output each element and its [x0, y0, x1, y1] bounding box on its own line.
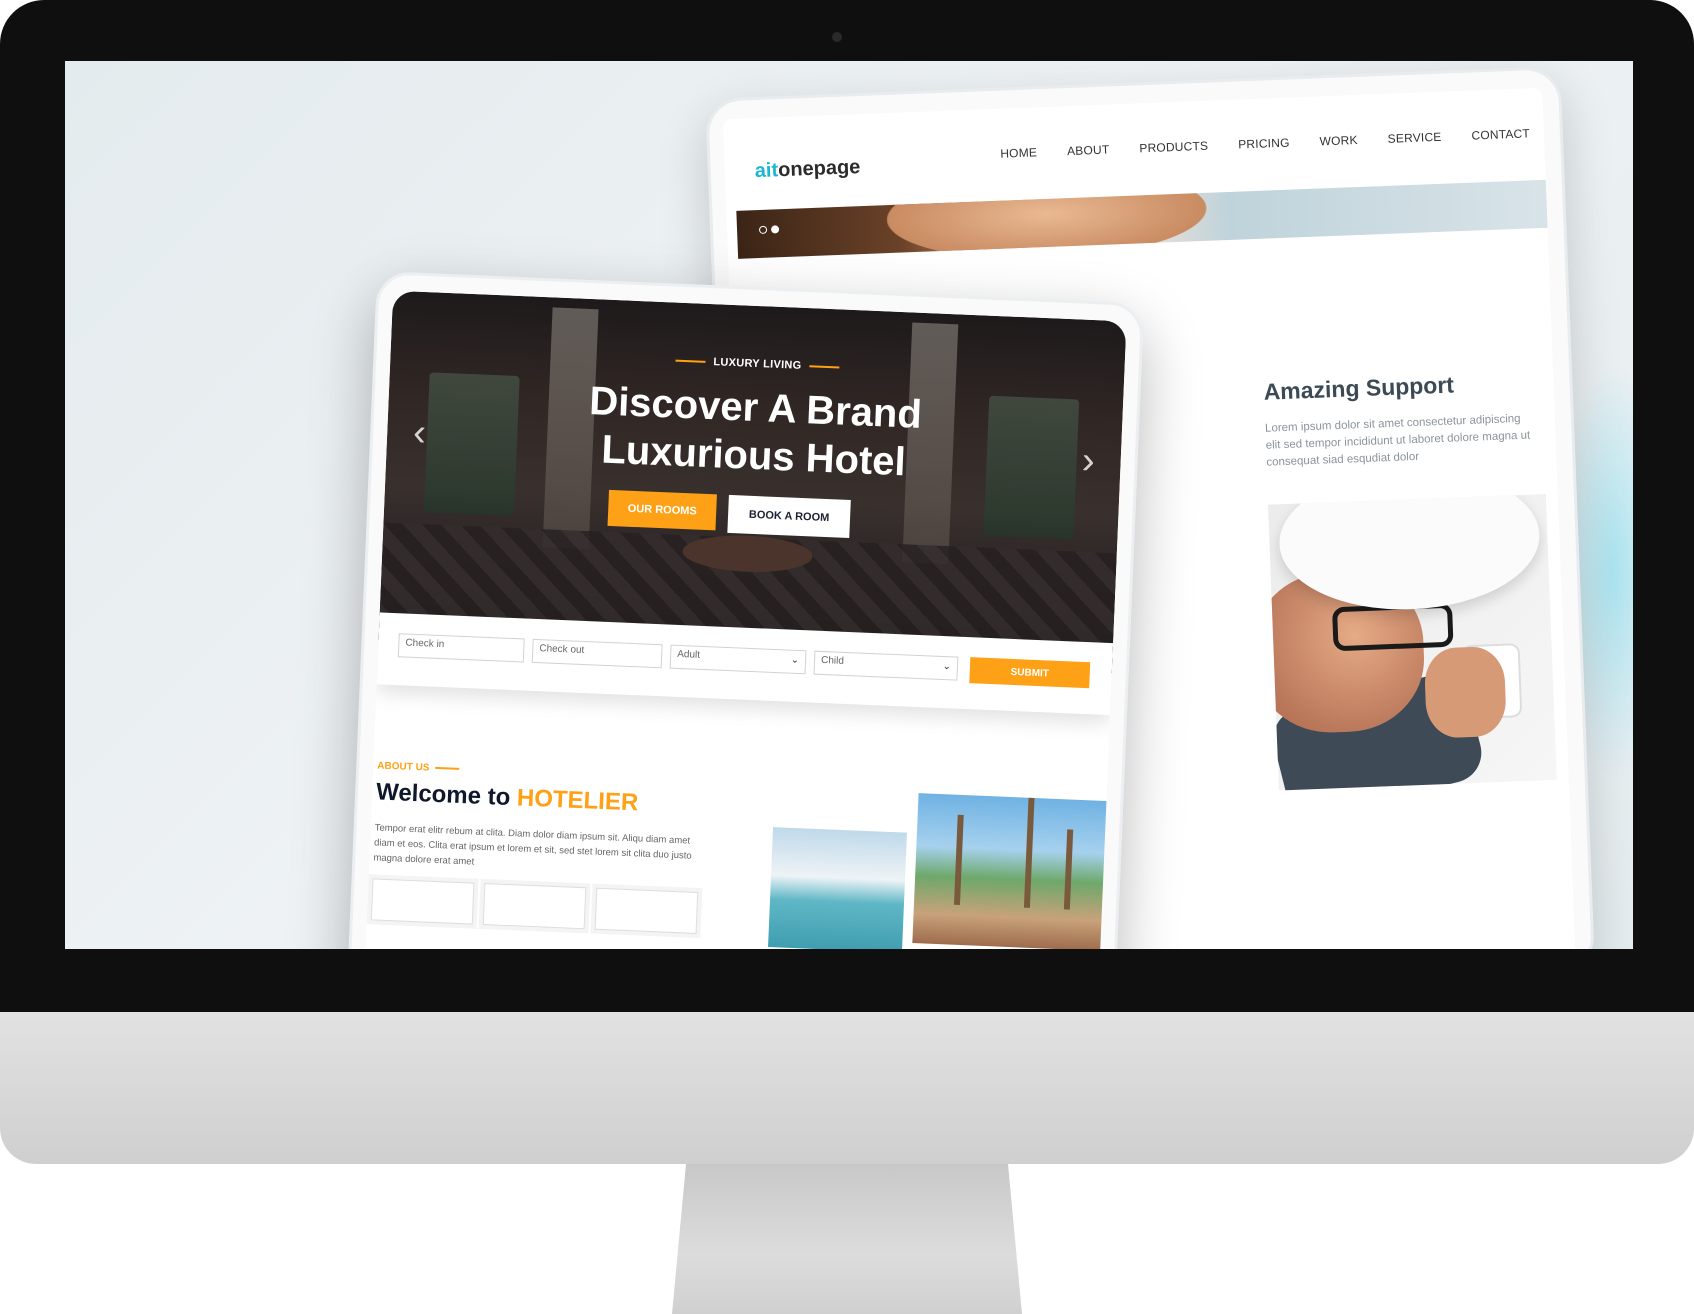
brand-name: HOTELIER — [516, 784, 639, 817]
submit-button[interactable]: SUBMIT — [969, 657, 1091, 689]
nav-home[interactable]: HOME — [1000, 145, 1037, 160]
checkout-field[interactable]: Check out — [531, 638, 663, 669]
monitor-screen: aitonepage HOME ABOUT PRODUCTS PRICING W… — [65, 61, 1633, 949]
support-heading: Amazing Support — [1263, 371, 1455, 405]
checkin-field[interactable]: Check in — [397, 633, 525, 663]
worker-hand — [1423, 645, 1508, 739]
hotelier-website: LUXURY LIVING Discover A Brand Luxurious… — [362, 290, 1127, 949]
palm-trunk — [1023, 797, 1035, 908]
book-room-button[interactable]: BOOK A ROOM — [727, 494, 851, 539]
chevron-left-icon[interactable]: ‹ — [412, 412, 426, 455]
about-text: Tempor erat elitr rebum at clita. Diam d… — [373, 822, 692, 868]
feature-card — [482, 883, 587, 930]
monitor-chin — [0, 1012, 1694, 1164]
support-text: Lorem ipsum dolor sit amet consectetur a… — [1264, 412, 1531, 469]
slider-dot-active[interactable] — [770, 225, 780, 234]
nav-service[interactable]: SERVICE — [1387, 130, 1441, 146]
site-logo[interactable]: aitonepage — [754, 156, 860, 183]
nav-contact[interactable]: CONTACT — [1471, 126, 1530, 142]
nav-pricing[interactable]: PRICING — [1238, 136, 1290, 152]
logo-suffix: onepage — [777, 156, 861, 182]
palm-trunk — [1063, 829, 1074, 910]
monitor-stand — [672, 1164, 1022, 1314]
safety-glasses — [1331, 602, 1454, 652]
chevron-right-icon[interactable]: › — [1081, 440, 1095, 483]
hero-banner: LUXURY LIVING Discover A Brand Luxurious… — [378, 290, 1127, 674]
main-nav: HOME ABOUT PRODUCTS PRICING WORK SERVICE… — [970, 126, 1530, 161]
welcome-heading: Welcome to HOTELIER — [376, 778, 639, 817]
resort-photo — [912, 793, 1109, 949]
chevron-down-icon: ⌄ — [790, 654, 800, 667]
adult-select[interactable]: Adult ⌄ — [669, 644, 807, 675]
nav-about[interactable]: ABOUT — [1067, 143, 1110, 159]
logo-prefix: ait — [754, 159, 779, 183]
slider-dots — [758, 225, 780, 235]
pool-photo — [768, 827, 907, 949]
camera-icon — [832, 32, 842, 42]
our-rooms-button[interactable]: OUR ROOMS — [607, 489, 717, 531]
front-tablet: LUXURY LIVING Discover A Brand Luxurious… — [344, 271, 1145, 949]
welcome-prefix: Welcome to — [375, 778, 511, 812]
nav-work[interactable]: WORK — [1319, 133, 1358, 148]
adult-select-label: Adult — [676, 648, 701, 661]
child-select[interactable]: Child ⌄ — [813, 650, 959, 681]
child-select-label: Child — [820, 654, 845, 667]
about-label: ABOUT US — [377, 760, 460, 774]
slider-dot[interactable] — [758, 225, 768, 235]
nav-products[interactable]: PRODUCTS — [1139, 139, 1208, 156]
palm-trunk — [953, 814, 964, 905]
worker-photo — [1267, 494, 1557, 791]
chevron-down-icon: ⌄ — [942, 661, 952, 673]
feature-card — [594, 887, 699, 934]
feature-card — [370, 878, 475, 925]
